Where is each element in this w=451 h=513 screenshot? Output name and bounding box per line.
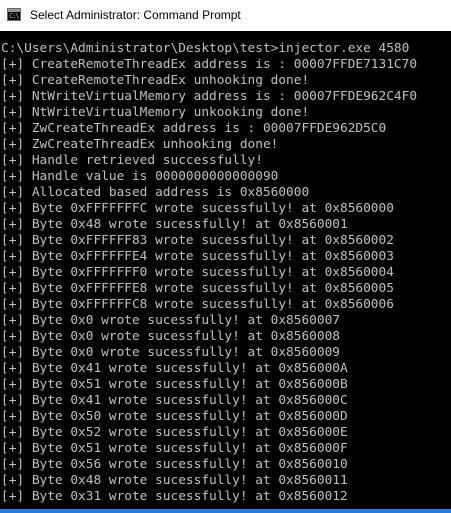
output-line: [+] Byte 0x0 wrote sucessfully! at 0x856… [1,329,340,344]
output-line: [+] Byte 0x31 wrote sucessfully! at 0x85… [1,489,348,504]
output-line: [+] Byte 0xFFFFFF83 wrote sucessfully! a… [1,233,394,248]
output-line: [+] NtWriteVirtualMemory address is : 00… [1,89,418,104]
output-line: [+] Byte 0xFFFFFFF0 wrote sucessfully! a… [1,265,394,280]
output-line: [+] Handle retrieved successfully! [1,153,263,168]
output-line: [+] Byte 0xFFFFFFC8 wrote sucessfully! a… [1,297,394,312]
cmd-icon: C:\ [7,8,21,21]
output-line: [+] CreateRemoteThreadEx address is : 00… [1,57,418,72]
selection-highlight [0,509,451,513]
output-line: [+] Byte 0x41 wrote sucessfully! at 0x85… [1,393,348,408]
output-line: [+] Byte 0xFFFFFFFC wrote sucessfully! a… [1,201,394,216]
output-line: [+] Byte 0x56 wrote sucessfully! at 0x85… [1,457,348,472]
console-output[interactable]: C:\Users\Administrator\Desktop\test>inje… [0,41,451,513]
output-line: [+] Byte 0x51 wrote sucessfully! at 0x85… [1,441,348,456]
output-line: [+] Byte 0x52 wrote sucessfully! at 0x85… [1,425,348,440]
output-line: [+] Byte 0xFFFFFFE4 wrote sucessfully! a… [1,249,394,264]
output-line: [+] Byte 0x50 wrote sucessfully! at 0x85… [1,409,348,424]
output-line: [+] NtWriteVirtualMemory unkooking done! [1,105,310,120]
output-line: [+] Byte 0x48 wrote sucessfully! at 0x85… [1,473,348,488]
cmd-icon-glyph: C:\ [9,12,20,20]
output-line: [+] Byte 0x51 wrote sucessfully! at 0x85… [1,377,348,392]
output-line: [+] Allocated based address is 0x8560000 [1,185,310,200]
command-line: C:\Users\Administrator\Desktop\test>inje… [1,41,410,56]
output-line: [+] Byte 0xFFFFFFE8 wrote sucessfully! a… [1,281,394,296]
command-prompt-window: C:\ Select Administrator: Command Prompt… [0,0,451,513]
output-line: [+] Byte 0x41 wrote sucessfully! at 0x85… [1,361,348,376]
window-title: Select Administrator: Command Prompt [30,8,241,22]
output-line: [+] Byte 0x48 wrote sucessfully! at 0x85… [1,217,348,232]
output-line: [+] ZwCreateThreadEx unhooking done! [1,137,279,152]
output-line: [+] ZwCreateThreadEx address is : 00007F… [1,121,387,136]
output-line: [+] Byte 0x0 wrote sucessfully! at 0x856… [1,313,340,328]
output-line: [+] CreateRemoteThreadEx unhooking done! [1,73,310,88]
output-line: [+] Handle value is 0000000000000090 [1,169,279,184]
title-bar[interactable]: C:\ Select Administrator: Command Prompt [0,0,451,31]
output-line: [+] Byte 0x0 wrote sucessfully! at 0x856… [1,345,340,360]
